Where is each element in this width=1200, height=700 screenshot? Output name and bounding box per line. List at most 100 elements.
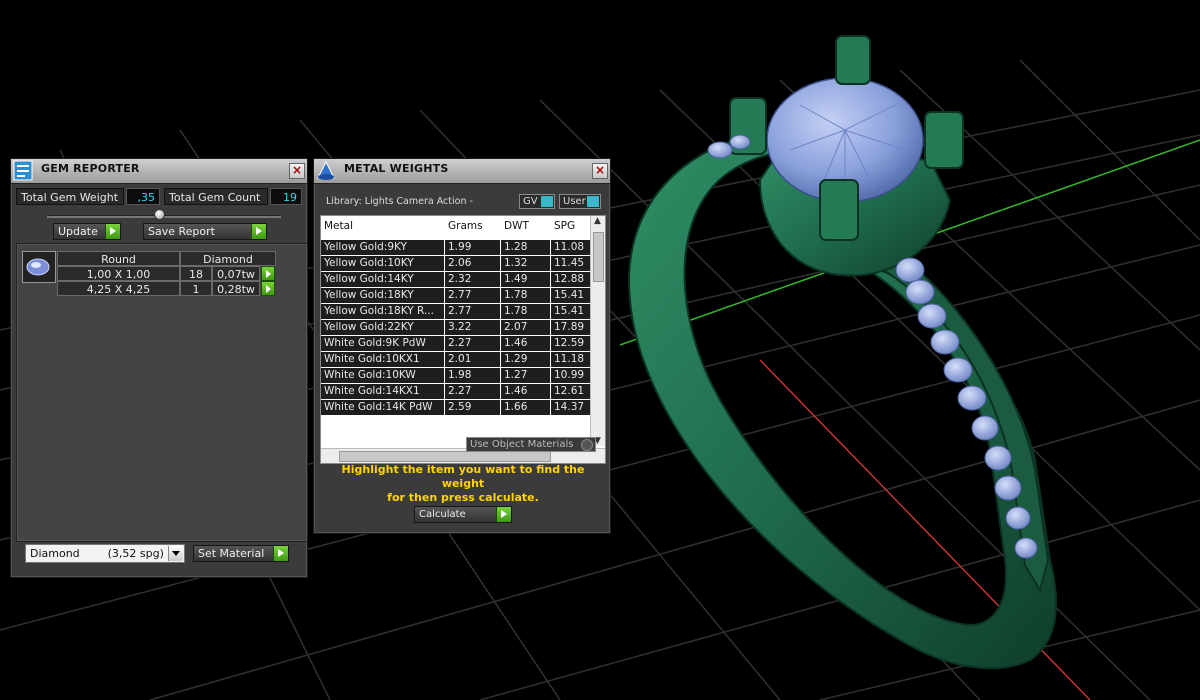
metal-weights-close-icon[interactable]: ×	[592, 163, 608, 179]
gem-row-size: 1,00 X 1,00	[57, 266, 180, 281]
table-cell-metal: White Gold:14KX1	[321, 384, 445, 399]
gem-row-count: 18	[180, 266, 212, 281]
table-cell-grams: 2.06	[445, 256, 501, 271]
table-row[interactable]: Yellow Gold:9KY 1.99 1.28 11.08	[321, 240, 599, 255]
gem-row-count: 1	[180, 281, 212, 296]
metal-weights-titlebar[interactable]: METAL WEIGHTS ×	[314, 159, 610, 184]
table-cell-dwt: 1.46	[501, 336, 551, 351]
table-cell-metal: White Gold:9K PdW	[321, 336, 445, 351]
table-cell-metal: White Gold:10KX1	[321, 352, 445, 367]
calculate-button-label: Calculate	[419, 509, 466, 520]
table-cell-grams: 2.01	[445, 352, 501, 367]
set-material-button[interactable]: Set Material	[193, 545, 289, 562]
table-cell-grams: 2.59	[445, 400, 501, 415]
table-row[interactable]: Yellow Gold:14KY 2.32 1.49 12.88	[321, 272, 599, 287]
table-cell-metal: White Gold:14K PdW	[321, 400, 445, 415]
table-cell-metal: White Gold:10KW	[321, 368, 445, 383]
table-cell-grams: 3.22	[445, 320, 501, 335]
table-cell-metal: Yellow Gold:9KY	[321, 240, 445, 255]
gem-row-weight: 0,28tw	[212, 281, 260, 296]
calculate-go-icon	[496, 507, 511, 522]
material-select[interactable]: Diamond (3,52 spg)	[25, 544, 185, 563]
table-cell-metal: Yellow Gold:18KY R...	[321, 304, 445, 319]
gem-row-size: 4,25 X 4,25	[57, 281, 180, 296]
metal-weights-app-icon	[317, 160, 335, 180]
table-cell-grams: 2.77	[445, 288, 501, 303]
metal-weights-title: METAL WEIGHTS	[344, 162, 449, 175]
table-row[interactable]: White Gold:10KW 1.98 1.27 10.99	[321, 368, 599, 383]
update-button[interactable]: Update	[53, 223, 121, 240]
save-report-button-label: Save Report	[148, 225, 215, 238]
metal-weights-hint: Highlight the item you want to find the …	[324, 463, 602, 505]
table-cell-dwt: 1.49	[501, 272, 551, 287]
update-button-label: Update	[58, 225, 98, 238]
table-vertical-scrollbar[interactable]: ▲ ▼	[590, 216, 605, 446]
table-cell-grams: 2.27	[445, 384, 501, 399]
column-header[interactable]: Metal	[324, 219, 448, 234]
total-gem-count-label: Total Gem Count	[164, 188, 268, 205]
table-row[interactable]: White Gold:9K PdW 2.27 1.46 12.59	[321, 336, 599, 351]
gem-reporter-panel[interactable]: GEM REPORTER × Total Gem Weight ,35 Tota…	[10, 158, 308, 578]
table-row[interactable]: Yellow Gold:18KY 2.77 1.78 15.41	[321, 288, 599, 303]
slider-knob[interactable]	[154, 209, 165, 220]
chevron-down-icon	[168, 546, 183, 561]
table-cell-dwt: 1.78	[501, 304, 551, 319]
gem-row-go-icon[interactable]	[261, 266, 275, 281]
table-cell-dwt: 1.29	[501, 352, 551, 367]
chevron-up-icon[interactable]: ▲	[594, 216, 601, 226]
table-cell-metal: Yellow Gold:14KY	[321, 272, 445, 287]
hint-line-2: for then press calculate.	[387, 491, 539, 504]
material-select-value: Diamond (3,52 spg)	[30, 547, 164, 560]
table-cell-dwt: 1.78	[501, 288, 551, 303]
table-cell-grams: 1.99	[445, 240, 501, 255]
table-row[interactable]: White Gold:14KX1 2.27 1.46 12.61	[321, 384, 599, 399]
table-cell-metal: Yellow Gold:18KY	[321, 288, 445, 303]
table-row[interactable]: Yellow Gold:22KY 3.22 2.07 17.89	[321, 320, 599, 335]
table-cell-dwt: 1.66	[501, 400, 551, 415]
user-toggle-label: User	[563, 196, 586, 207]
user-toggle[interactable]: User	[559, 194, 601, 209]
table-cell-grams: 2.77	[445, 304, 501, 319]
table-cell-grams: 2.27	[445, 336, 501, 351]
gem-reporter-close-icon[interactable]: ×	[289, 163, 305, 179]
column-header[interactable]: Grams	[448, 219, 504, 234]
update-go-icon	[105, 224, 120, 239]
table-row[interactable]: Yellow Gold:18KY R... 2.77 1.78 15.41	[321, 304, 599, 319]
col-header-shape: Round	[57, 251, 180, 266]
use-object-materials-toggle[interactable]: Use Object Materials	[466, 437, 596, 452]
table-cell-metal: Yellow Gold:10KY	[321, 256, 445, 271]
table-row[interactable]: White Gold:10KX1 2.01 1.29 11.18	[321, 352, 599, 367]
total-gem-count-value: 19	[270, 188, 302, 205]
use-object-materials-label: Use Object Materials	[470, 439, 574, 450]
save-report-go-icon	[251, 224, 266, 239]
table-row[interactable]: Yellow Gold:10KY 2.06 1.32 11.45	[321, 256, 599, 271]
gem-list-area[interactable]: Round Diamond 1,00 X 1,00 18 0,07tw 4,25…	[16, 243, 308, 542]
set-material-go-icon	[273, 546, 288, 561]
gem-reporter-titlebar[interactable]: GEM REPORTER ×	[11, 159, 307, 184]
save-report-button[interactable]: Save Report	[143, 223, 267, 240]
column-header[interactable]: DWT	[504, 219, 554, 234]
table-cell-dwt: 1.46	[501, 384, 551, 399]
set-material-button-label: Set Material	[198, 547, 265, 560]
round-gem-thumbnail[interactable]	[22, 251, 56, 283]
table-cell-grams: 2.32	[445, 272, 501, 287]
round-gem-icon	[26, 258, 50, 276]
gv-toggle[interactable]: GV	[519, 194, 555, 209]
calculate-button[interactable]: Calculate	[414, 506, 512, 523]
metal-weights-table[interactable]: Metal Grams DWT SPG Yellow Gold:9KY 1.99 1.28 1…	[320, 215, 606, 464]
gem-row-weight: 0,07tw	[212, 266, 260, 281]
total-gem-weight-value: ,35	[126, 188, 160, 205]
table-cell-metal: Yellow Gold:22KY	[321, 320, 445, 335]
library-label: Library: Lights Camera Action -	[326, 196, 473, 207]
col-header-material: Diamond	[180, 251, 276, 266]
table-cell-dwt: 1.27	[501, 368, 551, 383]
table-cell-dwt: 1.32	[501, 256, 551, 271]
table-cell-dwt: 1.28	[501, 240, 551, 255]
metal-weights-panel[interactable]: METAL WEIGHTS × Library: Lights Camera A…	[313, 158, 611, 534]
gem-reporter-title: GEM REPORTER	[41, 162, 140, 175]
radio-icon	[581, 439, 593, 451]
table-cell-grams: 1.98	[445, 368, 501, 383]
table-row[interactable]: White Gold:14K PdW 2.59 1.66 14.37	[321, 400, 599, 415]
gem-reporter-app-icon	[13, 160, 33, 181]
gem-row-go-icon[interactable]	[261, 281, 275, 296]
